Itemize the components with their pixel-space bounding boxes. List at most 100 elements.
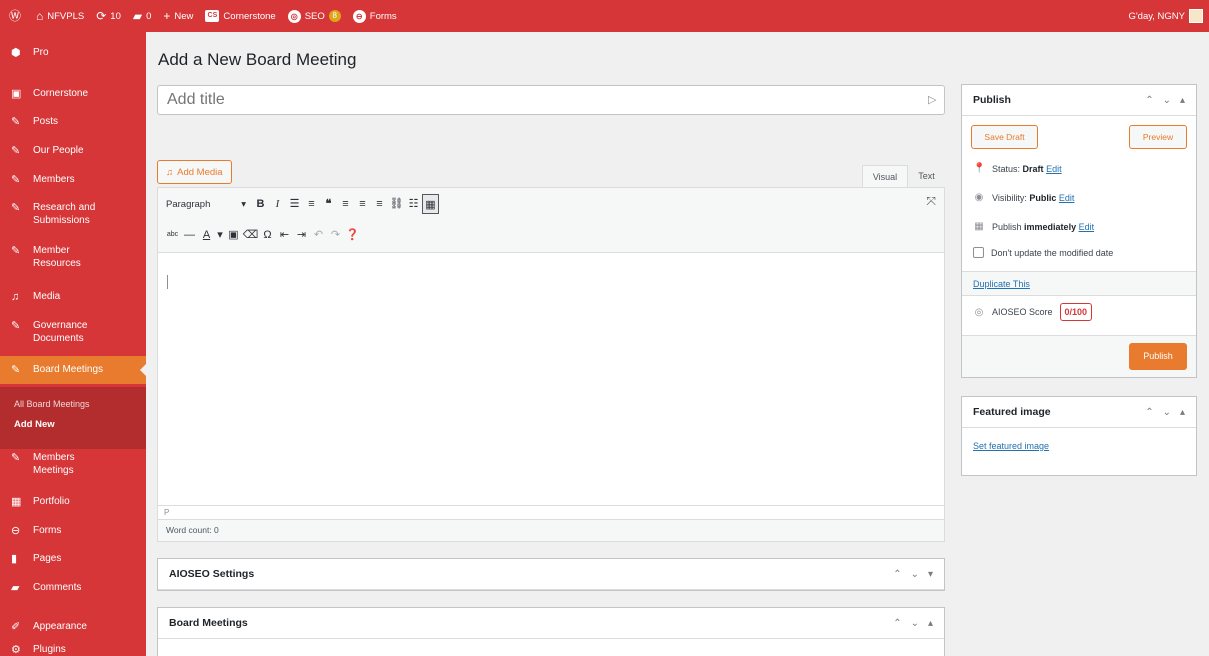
pro-icon: ⬢	[11, 47, 21, 59]
blockquote-icon[interactable]: ❝	[320, 194, 337, 214]
edit-date-link[interactable]: Edit	[1079, 222, 1095, 232]
sidebar-item-portfolio[interactable]: ▦ Portfolio	[0, 496, 146, 509]
sidebar-item-members[interactable]: ✎ Members	[0, 174, 146, 187]
submenu-add-new[interactable]: Add New	[14, 419, 55, 430]
pin-icon: ✎	[11, 116, 21, 128]
post-title-input[interactable]	[157, 85, 945, 115]
move-down-icon[interactable]: ⌄	[911, 618, 919, 629]
admin-bar: Ⓦ ⌂ NFVPLS ⟳ 10 ▰ 0 + New CS Cornerstone ◎ SEO…	[0, 0, 1209, 32]
sidebar-item-forms[interactable]: ⊖ Forms	[0, 525, 146, 538]
dont-update-row: Don't update the modified date	[973, 247, 1113, 258]
metabox-header[interactable]: AIOSEO Settings ⌃ ⌄ ▾	[158, 559, 944, 590]
strikethrough-icon[interactable]: abc	[164, 225, 181, 245]
align-right-icon[interactable]: ≡	[371, 194, 388, 214]
sidebar-item-member-resources[interactable]: ✎ Member Resources	[0, 245, 146, 270]
toolbar-toggle-icon[interactable]: ▦	[422, 194, 439, 214]
metabox-header[interactable]: Publish ⌃ ⌄ ▴	[962, 85, 1196, 116]
preview-button[interactable]: Preview	[1129, 125, 1187, 149]
metabox-controls: ⌃ ⌄ ▴	[1145, 407, 1185, 418]
undo-icon[interactable]: ↶	[310, 225, 327, 245]
move-down-icon[interactable]: ⌄	[1163, 407, 1171, 418]
redo-icon[interactable]: ↷	[327, 225, 344, 245]
indent-icon[interactable]: ⇥	[293, 225, 310, 245]
horizontal-line-icon[interactable]: —	[181, 225, 198, 245]
paste-text-icon[interactable]: ▣	[225, 225, 242, 245]
metabox-header[interactable]: Board Meetings ⌃ ⌄ ▴	[158, 608, 944, 639]
tab-visual[interactable]: Visual	[862, 165, 908, 187]
forms-link[interactable]: ⊖ Forms	[347, 0, 403, 32]
text-color-icon[interactable]: A	[198, 225, 215, 245]
sidebar-item-media[interactable]: ♫ Media	[0, 291, 146, 304]
cornerstone-link[interactable]: CS Cornerstone	[199, 0, 281, 32]
format-select[interactable]: Paragraph ▾	[164, 199, 252, 210]
bulleted-list-icon[interactable]: ☰	[286, 194, 303, 214]
word-count: Word count: 0	[157, 519, 945, 542]
special-character-icon[interactable]: Ω	[259, 225, 276, 245]
sidebar-item-cornerstone[interactable]: ▣ Cornerstone	[0, 88, 146, 101]
italic-icon[interactable]: I	[269, 194, 286, 214]
set-featured-image-link[interactable]: Set featured image	[973, 441, 1049, 451]
fullscreen-icon[interactable]: ⤧	[926, 194, 936, 209]
sidebar-item-research[interactable]: ✎ Research and Submissions	[0, 202, 146, 227]
sidebar-item-posts[interactable]: ✎ Posts	[0, 116, 146, 129]
move-up-icon[interactable]: ⌃	[893, 618, 901, 629]
chevron-down-icon: ▾	[241, 198, 246, 210]
comment-bubble-icon: ▰	[132, 9, 143, 23]
element-path: P	[157, 505, 945, 519]
sidebar-item-pages[interactable]: ▮ Pages	[0, 553, 146, 566]
updates-icon: ⟳	[96, 9, 107, 23]
publish-button[interactable]: Publish	[1129, 343, 1187, 370]
tab-text[interactable]: Text	[908, 165, 945, 187]
sidebar-item-board-meetings[interactable]: ✎ Board Meetings	[0, 356, 146, 384]
metabox-header[interactable]: Featured image ⌃ ⌄ ▴	[962, 397, 1196, 428]
duplicate-row: Duplicate This	[962, 271, 1196, 296]
seo-link[interactable]: ◎ SEO 8	[282, 0, 347, 32]
move-down-icon[interactable]: ⌄	[1163, 95, 1171, 106]
sidebar-item-plugins[interactable]: ⚙ Plugins	[0, 644, 146, 656]
site-name-link[interactable]: ⌂ NFVPLS	[30, 0, 90, 32]
sidebar-item-our-people[interactable]: ✎ Our People	[0, 145, 146, 158]
toggle-arrow-icon[interactable]: ▴	[1180, 95, 1185, 106]
edit-visibility-link[interactable]: Edit	[1059, 193, 1075, 203]
sidebar-item-appearance[interactable]: ✐ Appearance	[0, 621, 146, 634]
link-icon[interactable]: ⛓	[388, 194, 405, 214]
calendar-icon: ▦	[974, 221, 984, 232]
add-media-button[interactable]: ♫ Add Media	[157, 160, 232, 184]
align-left-icon[interactable]: ≡	[337, 194, 354, 214]
submenu-all-board-meetings[interactable]: All Board Meetings	[14, 399, 90, 409]
move-up-icon[interactable]: ⌃	[1145, 95, 1153, 106]
sidebar-item-pro[interactable]: ⬢ Pro	[0, 47, 146, 60]
outdent-icon[interactable]: ⇤	[276, 225, 293, 245]
save-draft-button[interactable]: Save Draft	[971, 125, 1038, 149]
move-down-icon[interactable]: ⌄	[911, 569, 919, 580]
move-up-icon[interactable]: ⌃	[893, 569, 901, 580]
toggle-arrow-icon[interactable]: ▾	[928, 569, 933, 580]
editor-body[interactable]	[157, 253, 945, 505]
sidebar-item-governance[interactable]: ✎ Governance Documents	[0, 320, 146, 345]
chevron-down-icon[interactable]: ▾	[215, 225, 225, 245]
dont-update-checkbox[interactable]	[973, 247, 984, 258]
edit-status-link[interactable]: Edit	[1046, 164, 1062, 174]
bold-icon[interactable]: B	[252, 194, 269, 214]
aioseo-score-badge[interactable]: 0/100	[1059, 303, 1093, 321]
new-content-link[interactable]: + New	[157, 0, 199, 32]
move-up-icon[interactable]: ⌃	[1145, 407, 1153, 418]
updates-link[interactable]: ⟳ 10	[90, 0, 127, 32]
appearance-icon: ✐	[11, 621, 21, 633]
sidebar-item-members-meetings[interactable]: ✎ Members Meetings	[0, 452, 146, 477]
align-center-icon[interactable]: ≡	[354, 194, 371, 214]
text-caret	[167, 275, 168, 289]
toggle-arrow-icon[interactable]: ▴	[928, 618, 933, 629]
duplicate-link[interactable]: Duplicate This	[973, 279, 1030, 289]
toggle-arrow-icon[interactable]: ▴	[1180, 407, 1185, 418]
help-icon[interactable]: ❓	[344, 225, 361, 245]
account-menu[interactable]: G'day, NGNY	[1122, 0, 1209, 32]
numbered-list-icon[interactable]: ≡	[303, 194, 320, 214]
clear-formatting-icon[interactable]: ⌫	[242, 225, 259, 245]
sidebar-item-comments[interactable]: ▰ Comments	[0, 582, 146, 595]
wordpress-logo-icon[interactable]: Ⓦ	[0, 0, 30, 32]
text-direction-icon[interactable]: ▷	[928, 93, 936, 106]
read-more-icon[interactable]: ☷	[405, 194, 422, 214]
status-row: 📍 Status: Draft Edit	[973, 163, 1062, 174]
comments-link[interactable]: ▰ 0	[127, 0, 158, 32]
